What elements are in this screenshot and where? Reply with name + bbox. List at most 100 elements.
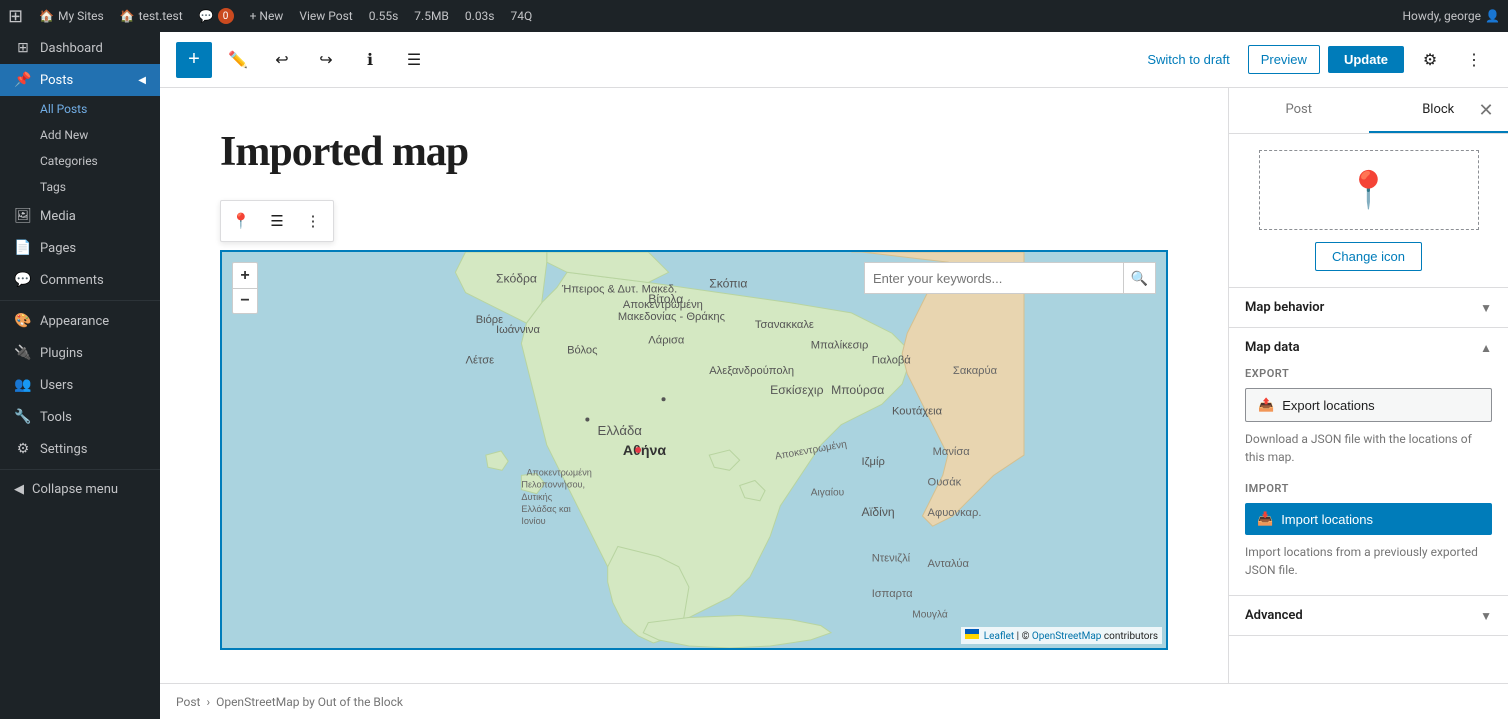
sidebar-divider-2 <box>0 469 160 470</box>
sidebar-sub-tags[interactable]: Tags <box>0 174 160 200</box>
main-content: + ✏️ ↩ ↪ ℹ ☰ Switch to draft Preview Upd… <box>160 32 1508 719</box>
zoom-in-button[interactable]: + <box>232 262 258 288</box>
svg-text:Βόλος: Βόλος <box>567 345 598 357</box>
svg-text:Αφυονκαρ.: Αφυονκαρ. <box>928 507 982 519</box>
post-content[interactable]: Imported map 📍 ☰ ⋮ <box>160 88 1228 683</box>
leaflet-link[interactable]: Leaflet <box>984 631 1014 642</box>
sidebar-item-users[interactable]: 👥 Users <box>0 369 160 401</box>
settings-toggle-button[interactable]: ⚙ <box>1412 42 1448 78</box>
import-section-label: IMPORT <box>1245 482 1492 495</box>
my-sites-label: My Sites <box>58 9 104 23</box>
svg-text:Μανίσα: Μανίσα <box>933 446 971 458</box>
osm-link[interactable]: OpenStreetMap <box>1032 631 1102 642</box>
advanced-section: Advanced ▼ <box>1229 596 1508 636</box>
block-more-options-button[interactable]: ⋮ <box>297 205 329 237</box>
zoom-out-button[interactable]: − <box>232 288 258 314</box>
comments-sidebar-icon: 💬 <box>14 272 32 288</box>
map-search-input[interactable] <box>864 262 1124 294</box>
map-behavior-chevron: ▼ <box>1480 301 1492 315</box>
info-button[interactable]: ℹ <box>352 42 388 78</box>
view-post-label: View Post <box>299 9 352 23</box>
map-behavior-section: Map behavior ▼ <box>1229 288 1508 328</box>
advanced-header[interactable]: Advanced ▼ <box>1229 596 1508 635</box>
map-pin-icon: 📍 <box>1346 169 1391 211</box>
editor-toolbar: + ✏️ ↩ ↪ ℹ ☰ Switch to draft Preview Upd… <box>160 32 1508 88</box>
sidebar-sub-add-new[interactable]: Add New <box>0 122 160 148</box>
export-btn-label: Export locations <box>1282 398 1375 413</box>
pages-icon: 📄 <box>14 240 32 256</box>
new-content-menu[interactable]: + New <box>250 9 284 23</box>
map-data-chevron: ▲ <box>1480 341 1492 355</box>
breadcrumb-bar: Post › OpenStreetMap by Out of the Block <box>160 683 1508 719</box>
site-name-label: test.test <box>139 9 183 23</box>
howdy-label: Howdy, george <box>1402 9 1481 23</box>
sidebar-item-dashboard[interactable]: ⊞ Dashboard <box>0 32 160 64</box>
export-description: Download a JSON file with the locations … <box>1245 430 1492 466</box>
sidebar-item-appearance[interactable]: 🎨 Appearance <box>0 305 160 337</box>
svg-text:Κουτάχεια: Κουτάχεια <box>892 405 943 417</box>
map-data-section: Map data ▲ EXPORT 📤 Export locations Dow… <box>1229 328 1508 596</box>
svg-text:Αποκεντρωμένη: Αποκεντρωμένη <box>526 467 591 477</box>
collapse-menu-btn[interactable]: ◀ Collapse menu <box>0 474 160 505</box>
sidebar-item-media[interactable]: 🖼 Media <box>0 200 160 232</box>
flag-icon <box>965 629 979 639</box>
howdy-menu[interactable]: Howdy, george 👤 <box>1402 9 1500 23</box>
sidebar-item-posts[interactable]: 📌 Posts ◀ <box>0 64 160 96</box>
svg-text:Μπαλίκεσιρ: Μπαλίκεσιρ <box>811 339 869 351</box>
undo-button[interactable]: ↩ <box>264 42 300 78</box>
sidebar-item-comments[interactable]: 💬 Comments <box>0 264 160 296</box>
svg-text:Γιαλοβά: Γιαλοβά <box>872 355 912 367</box>
tab-post[interactable]: Post <box>1229 88 1369 133</box>
list-view-button[interactable]: ☰ <box>396 42 432 78</box>
import-locations-button[interactable]: 📥 Import locations <box>1245 503 1492 535</box>
post-title[interactable]: Imported map <box>220 128 1168 176</box>
add-block-button[interactable]: + <box>176 42 212 78</box>
switch-to-draft-button[interactable]: Switch to draft <box>1137 46 1239 73</box>
map-search-button[interactable]: 🔍 <box>1124 262 1156 294</box>
wordpress-icon[interactable]: ⊞ <box>8 6 23 27</box>
sidebar-sub-categories[interactable]: Categories <box>0 148 160 174</box>
svg-text:Ντενιζλί: Ντενιζλί <box>872 553 911 565</box>
preview-button[interactable]: Preview <box>1248 45 1320 74</box>
update-button[interactable]: Update <box>1328 46 1404 73</box>
redo-button[interactable]: ↪ <box>308 42 344 78</box>
sidebar-item-tools[interactable]: 🔧 Tools <box>0 401 160 433</box>
import-description: Import locations from a previously expor… <box>1245 543 1492 579</box>
main-layout: ⊞ Dashboard 📌 Posts ◀ All Posts Add New … <box>0 32 1508 719</box>
view-post-link[interactable]: View Post <box>299 9 352 23</box>
sidebar-comments-label: Comments <box>40 273 104 288</box>
users-icon: 👥 <box>14 377 32 393</box>
sidebar-dashboard-label: Dashboard <box>40 41 103 56</box>
toolbar-right: Switch to draft Preview Update ⚙ ⋮ <box>1137 42 1492 78</box>
import-btn-label: Import locations <box>1281 512 1373 527</box>
import-icon: 📥 <box>1257 511 1273 527</box>
my-sites-menu[interactable]: 🏠 My Sites <box>39 9 104 23</box>
panel-close-button[interactable]: ✕ <box>1472 97 1500 125</box>
sidebar-plugins-label: Plugins <box>40 346 83 361</box>
sidebar-settings-label: Settings <box>40 442 87 457</box>
sidebar-item-plugins[interactable]: 🔌 Plugins <box>0 337 160 369</box>
map-visual: Ελλάδα Αποκεντρωμένη Αιγαίου Αποκεντρωμέ… <box>222 252 1166 648</box>
change-icon-button[interactable]: Change icon <box>1315 242 1422 271</box>
attribution-contributors: contributors <box>1104 631 1158 642</box>
breadcrumb-post-link[interactable]: Post <box>176 695 200 709</box>
map-behavior-header[interactable]: Map behavior ▼ <box>1229 288 1508 327</box>
panel-tabs: Post Block ✕ <box>1229 88 1508 134</box>
export-section-label: EXPORT <box>1245 367 1492 380</box>
block-type-button[interactable]: 📍 <box>225 205 257 237</box>
sidebar-item-pages[interactable]: 📄 Pages <box>0 232 160 264</box>
edit-mode-button[interactable]: ✏️ <box>220 42 256 78</box>
sidebar-sub-all-posts[interactable]: All Posts <box>0 96 160 122</box>
block-align-button[interactable]: ☰ <box>261 205 293 237</box>
map-data-header[interactable]: Map data ▲ <box>1229 328 1508 367</box>
block-toolbar: 📍 ☰ ⋮ <box>220 200 334 242</box>
export-locations-button[interactable]: 📤 Export locations <box>1245 388 1492 422</box>
sidebar-item-settings[interactable]: ⚙ Settings <box>0 433 160 465</box>
comments-menu[interactable]: 💬 0 <box>199 8 234 24</box>
user-avatar: 👤 <box>1485 9 1500 23</box>
site-name-menu[interactable]: 🏠 test.test <box>120 9 183 23</box>
sidebar-appearance-label: Appearance <box>40 314 109 329</box>
svg-text:Πελοποννήσου,: Πελοποννήσου, <box>521 480 585 490</box>
map-container[interactable]: Ελλάδα Αποκεντρωμένη Αιγαίου Αποκεντρωμέ… <box>220 250 1168 650</box>
more-tools-button[interactable]: ⋮ <box>1456 42 1492 78</box>
